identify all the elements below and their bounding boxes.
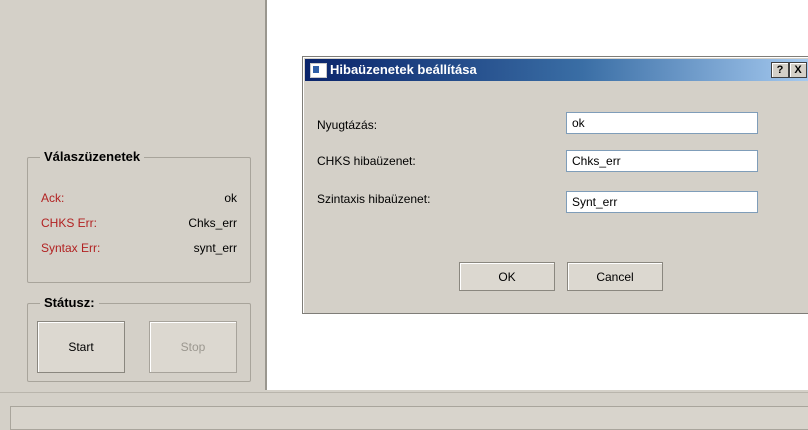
chks-err-value: Chks_err [188, 216, 237, 230]
separator [0, 392, 808, 393]
response-row-ack: Ack: ok [41, 191, 237, 211]
syntax-err-value: synt_err [193, 241, 237, 255]
syntax-field-label: Szintaxis hibaüzenet: [317, 192, 431, 206]
response-row-chks: CHKS Err: Chks_err [41, 216, 237, 236]
responses-group-title: Válaszüzenetek [40, 149, 145, 164]
response-row-syntax: Syntax Err: synt_err [41, 241, 237, 261]
ok-button[interactable]: OK [459, 262, 555, 291]
status-group-title: Státusz: [40, 295, 99, 310]
syntax-input[interactable] [566, 191, 758, 213]
status-group: Státusz: Start Stop [27, 295, 251, 382]
ack-field-label: Nyugtázás: [317, 118, 378, 132]
ack-input[interactable] [566, 112, 758, 134]
status-bar [10, 406, 808, 430]
ack-value: ok [224, 191, 237, 205]
dialog-title: Hibaüzenetek beállítása [330, 62, 477, 77]
responses-group: Válaszüzenetek Ack: ok CHKS Err: Chks_er… [27, 149, 251, 283]
close-button[interactable]: X [789, 62, 807, 78]
chks-input[interactable] [566, 150, 758, 172]
start-button[interactable]: Start [37, 321, 125, 373]
stop-button[interactable]: Stop [149, 321, 237, 373]
error-messages-dialog: Hibaüzenetek beállítása ? X Nyugtázás: C… [302, 56, 808, 314]
chks-err-label: CHKS Err: [41, 216, 98, 230]
left-panel: Válaszüzenetek Ack: ok CHKS Err: Chks_er… [0, 0, 265, 390]
ack-label: Ack: [41, 191, 65, 205]
chks-field-label: CHKS hibaüzenet: [317, 154, 416, 168]
syntax-err-label: Syntax Err: [41, 241, 101, 255]
help-button[interactable]: ? [771, 62, 789, 78]
dialog-titlebar[interactable]: Hibaüzenetek beállítása ? X [305, 59, 808, 81]
cancel-button[interactable]: Cancel [567, 262, 663, 291]
window-icon [310, 63, 327, 78]
